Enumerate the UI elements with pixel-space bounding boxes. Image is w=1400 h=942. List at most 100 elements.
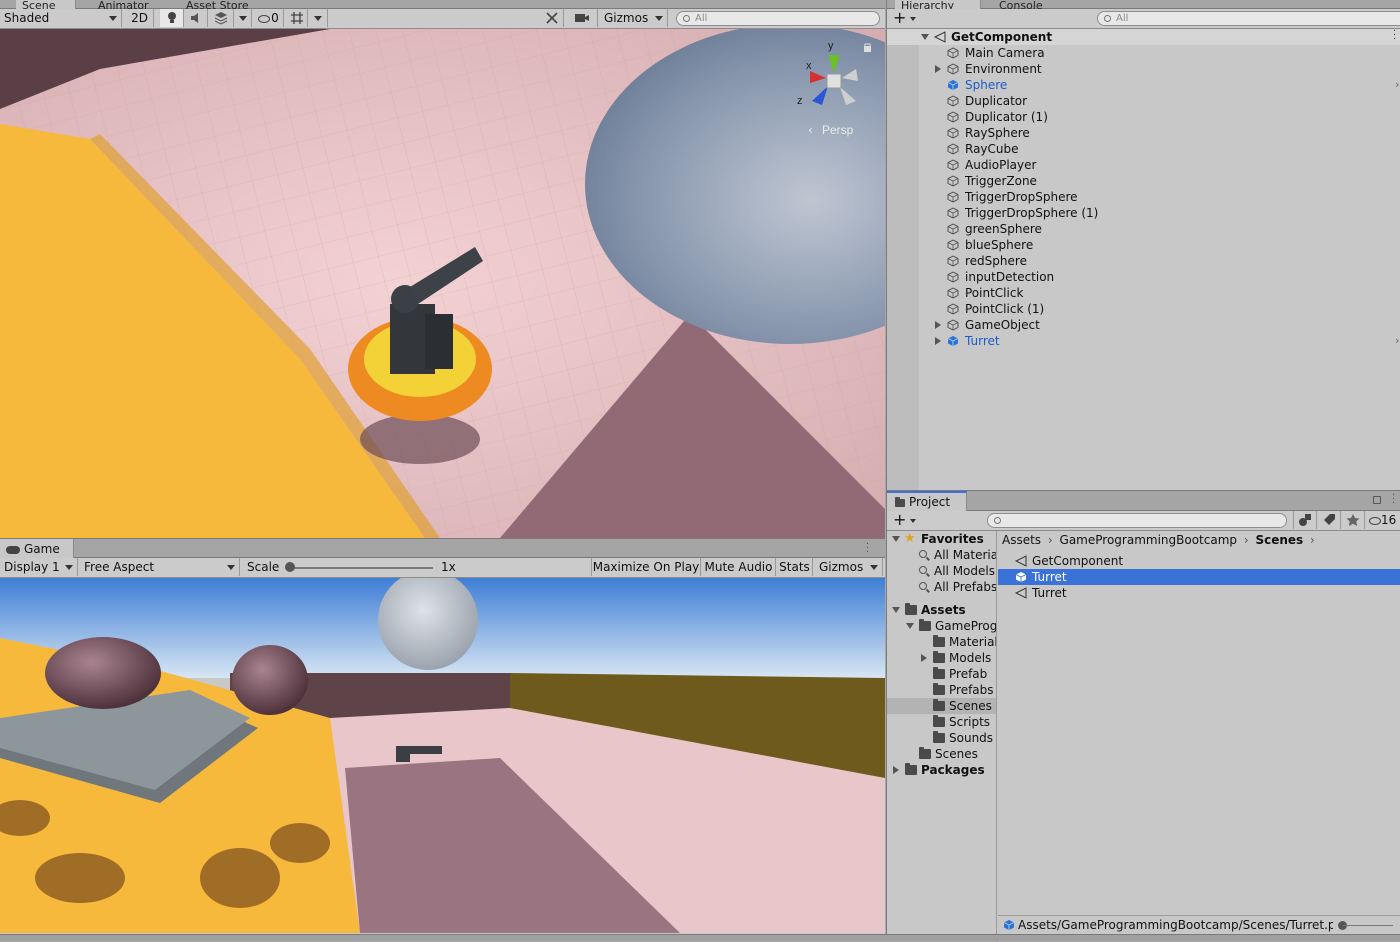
project-file-item[interactable]: Turret <box>998 569 1400 585</box>
maximize-on-play-button[interactable]: Maximize On Play <box>591 558 701 576</box>
folder-tree-item[interactable]: Scenes <box>887 698 996 714</box>
hierarchy-item[interactable]: TriggerDropSphere (1) <box>887 205 1400 221</box>
display-dropdown[interactable]: Display 1 <box>0 558 78 576</box>
expand-arrow-icon[interactable] <box>935 65 941 73</box>
scene-search-input[interactable]: All <box>676 11 880 26</box>
game-panel-menu-icon[interactable]: · · · <box>866 540 874 558</box>
lighting-toggle-button[interactable] <box>160 9 184 27</box>
scene-viewport[interactable]: y x z Persp ‹ <box>0 29 885 538</box>
folder-tree-item[interactable]: Scripts <box>887 714 996 730</box>
folder-tree-item[interactable]: Packages <box>887 762 996 778</box>
favorites-item[interactable]: All Models <box>887 563 996 579</box>
hierarchy-item[interactable]: Turret › <box>887 333 1400 349</box>
tab-hierarchy[interactable]: Hierarchy <box>895 0 981 9</box>
folder-tree-item[interactable]: Prefab <box>887 666 996 682</box>
hierarchy-item[interactable]: Main Camera <box>887 45 1400 61</box>
mode-2d-button[interactable]: 2D <box>126 9 154 27</box>
tab-animator[interactable]: Animator <box>92 0 162 9</box>
mute-audio-button[interactable]: Mute Audio <box>702 558 776 576</box>
breadcrumb-item-gameprogrammingbootcamp[interactable]: GameProgrammingBootcamp <box>1060 533 1237 547</box>
folder-tree-item[interactable]: Sounds <box>887 730 996 746</box>
tab-console[interactable]: Console <box>993 0 1063 9</box>
folder-icon <box>905 603 917 615</box>
search-by-type-button[interactable] <box>1293 511 1317 529</box>
create-button[interactable]: + <box>893 9 919 27</box>
tab-scene[interactable]: Scene <box>16 0 76 9</box>
tab-game[interactable]: Game <box>0 539 74 559</box>
folder-icon <box>933 651 945 663</box>
favorites-item[interactable]: All Prefabs <box>887 579 996 595</box>
project-create-button[interactable]: + <box>893 511 919 529</box>
folder-tree-item[interactable]: Scenes <box>887 746 996 762</box>
hierarchy-item[interactable]: TriggerDropSphere <box>887 189 1400 205</box>
chevron-down-icon <box>655 16 663 21</box>
expand-arrow-icon[interactable] <box>892 607 900 613</box>
hidden-packages-toggle[interactable]: 16 <box>1369 511 1400 529</box>
hierarchy-item[interactable]: GameObject <box>887 317 1400 333</box>
project-file-item[interactable]: GetComponent <box>998 553 1400 569</box>
tab-asset-store[interactable]: Asset Store <box>180 0 260 9</box>
folder-tree-item[interactable]: Assets <box>887 602 996 618</box>
breadcrumb-item-scenes[interactable]: Scenes <box>1255 533 1303 547</box>
audio-toggle-button[interactable] <box>184 9 208 27</box>
favorites-item[interactable]: All Materia <box>887 547 996 563</box>
game-viewport[interactable] <box>0 578 885 933</box>
hierarchy-item[interactable]: blueSphere <box>887 237 1400 253</box>
effects-toggle-button[interactable] <box>208 9 234 27</box>
hierarchy-item[interactable]: PointClick <box>887 285 1400 301</box>
hierarchy-item[interactable]: Duplicator (1) <box>887 109 1400 125</box>
project-search-input[interactable] <box>987 513 1287 528</box>
hierarchy-item[interactable]: greenSphere <box>887 221 1400 237</box>
tools-button[interactable] <box>540 9 564 27</box>
scale-slider-handle[interactable] <box>285 562 295 572</box>
folder-tree-item[interactable]: GameProgı <box>887 618 996 634</box>
expand-arrow-icon[interactable] <box>921 654 927 662</box>
hierarchy-item[interactable]: TriggerZone <box>887 173 1400 189</box>
hidden-objects-toggle[interactable]: 0 <box>254 9 284 27</box>
expand-arrow-icon[interactable] <box>893 766 899 774</box>
hierarchy-item[interactable]: Sphere › <box>887 77 1400 93</box>
search-by-label-button[interactable] <box>1317 511 1341 529</box>
scene-menu-icon[interactable]: · · · <box>1393 27 1396 45</box>
tab-project[interactable]: Project <box>887 491 967 511</box>
expand-arrow-icon[interactable] <box>935 321 941 329</box>
folder-tree-item[interactable]: Models <box>887 650 996 666</box>
type-filter-icon <box>1299 514 1311 526</box>
folder-tree-item[interactable]: Prefabs <box>887 682 996 698</box>
hierarchy-item[interactable]: RayCube <box>887 141 1400 157</box>
hierarchy-item[interactable]: PointClick (1) <box>887 301 1400 317</box>
stats-button[interactable]: Stats <box>777 558 813 576</box>
hierarchy-item[interactable]: redSphere <box>887 253 1400 269</box>
chevron-right-icon[interactable]: › <box>1395 77 1399 93</box>
effects-dropdown[interactable] <box>234 9 252 27</box>
cube-icon <box>947 271 959 283</box>
expand-arrow-icon[interactable] <box>906 623 914 629</box>
project-lock-icon[interactable] <box>1373 496 1381 504</box>
hierarchy-item[interactable]: Environment <box>887 61 1400 77</box>
folder-tree-item[interactable]: Material <box>887 634 996 650</box>
hierarchy-item[interactable]: Duplicator <box>887 93 1400 109</box>
expand-arrow-icon[interactable] <box>935 337 941 345</box>
hierarchy-scene-row[interactable]: GetComponent · · · <box>887 27 1400 45</box>
breadcrumb-item-assets[interactable]: Assets <box>1002 533 1041 547</box>
game-gizmos-dropdown[interactable]: Gizmos <box>815 558 883 576</box>
scale-slider-track[interactable] <box>289 567 433 569</box>
gizmos-dropdown[interactable]: Gizmos <box>600 9 668 27</box>
aspect-dropdown[interactable]: Free Aspect <box>80 558 240 576</box>
favorites-row[interactable]: ★ Favorites <box>887 531 996 547</box>
grid-toggle-button[interactable] <box>286 9 308 27</box>
hierarchy-item-label: Environment <box>965 62 1042 76</box>
shading-mode-dropdown[interactable]: Shaded <box>0 9 122 27</box>
hierarchy-item[interactable]: inputDetection <box>887 269 1400 285</box>
hierarchy-item[interactable]: AudioPlayer <box>887 157 1400 173</box>
grid-dropdown[interactable] <box>308 9 328 27</box>
favorite-search-button[interactable] <box>1341 511 1365 529</box>
hierarchy-search-input[interactable]: All <box>1097 11 1400 26</box>
project-menu-icon[interactable]: · · · <box>1392 491 1395 509</box>
icon-size-slider-track[interactable] <box>1343 925 1393 926</box>
project-file-item[interactable]: Turret <box>998 585 1400 601</box>
camera-settings-button[interactable] <box>566 9 598 27</box>
projection-label[interactable]: Persp <box>822 123 854 137</box>
hierarchy-item[interactable]: RaySphere <box>887 125 1400 141</box>
chevron-right-icon[interactable]: › <box>1395 333 1399 349</box>
